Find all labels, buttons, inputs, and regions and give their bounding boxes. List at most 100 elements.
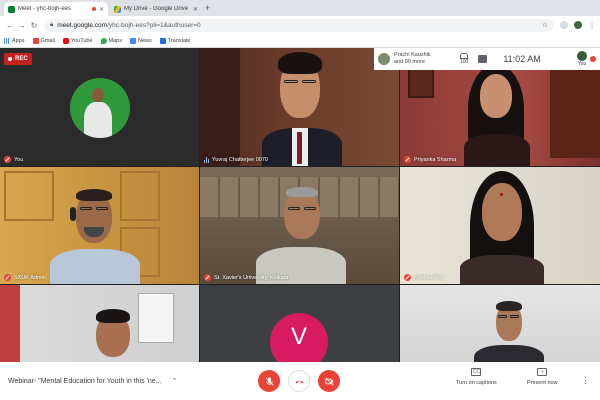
bookmarks-bar: Apps Gmail YouTube Maps News Translate: [0, 34, 600, 48]
camera-off-icon: [324, 377, 333, 385]
leave-call-button[interactable]: [288, 370, 310, 392]
presenter-more: and 90 more: [394, 59, 425, 65]
cabinet-panel: [120, 171, 160, 221]
self-label: You: [577, 61, 587, 67]
person-hair: [76, 189, 112, 201]
person-body: [474, 345, 544, 362]
participant-tile-yuvraj[interactable]: Yuvraj Chatterjee 0070: [200, 48, 399, 166]
bookmark-translate[interactable]: Translate: [159, 37, 191, 44]
mic-off-icon: [265, 376, 273, 385]
close-tab-icon[interactable]: ✕: [193, 6, 198, 13]
background-door: [550, 58, 600, 158]
mic-off-icon: [4, 156, 11, 163]
bookmark-news[interactable]: News: [130, 37, 152, 44]
presenter-avatar: [378, 53, 390, 65]
bindi: [500, 193, 503, 196]
glasses: [288, 207, 300, 210]
browser-menu-icon[interactable]: ⋮: [588, 21, 596, 30]
wall-frame: [408, 68, 434, 98]
speaking-indicator-icon: [204, 157, 209, 163]
bookmark-label: News: [138, 37, 152, 44]
rec-text: REC: [15, 56, 28, 62]
present-icon: +: [537, 368, 548, 376]
back-icon[interactable]: ←: [4, 21, 16, 30]
bookmark-label: Gmail: [40, 37, 55, 44]
self-video-bubble: [70, 78, 130, 138]
mic-off-icon: [204, 274, 211, 281]
tie: [297, 132, 302, 164]
person-body: [460, 255, 544, 284]
participant-name: Priyanka Sharma: [404, 156, 456, 163]
meeting-title[interactable]: Webinar- "Mental Education for Youth in …: [8, 378, 162, 385]
tab-label: My Drive - Google Drive: [124, 6, 189, 12]
mic-toggle-button[interactable]: [258, 370, 280, 392]
bookmark-label: YouTube: [70, 37, 93, 44]
captions-label: Turn on captions: [456, 380, 497, 386]
present-now-button[interactable]: + Present now: [527, 368, 558, 386]
bookmark-label: Apps: [12, 37, 25, 44]
mic-off-icon: [404, 156, 411, 163]
present-label: Present now: [527, 380, 558, 386]
camera-toggle-button[interactable]: [318, 370, 340, 392]
recording-icon: [91, 7, 96, 11]
bookmark-apps[interactable]: Apps: [4, 37, 25, 44]
profile-avatar[interactable]: [574, 21, 582, 29]
glasses: [80, 207, 92, 210]
bookmark-label: Translate: [167, 37, 191, 44]
bookmark-maps[interactable]: Maps: [100, 37, 122, 44]
name-text: SXUK Admin: [14, 274, 46, 281]
chevron-up-icon[interactable]: ⌃: [172, 377, 178, 385]
participant-tile-sxuk-admin[interactable]: SXUK Admin: [0, 167, 199, 284]
tab-meet[interactable]: Meet - yhc-bojh-ees ✕: [4, 2, 108, 16]
glasses: [302, 80, 316, 83]
presenter-info[interactable]: Prachi Kaushik and 90 more: [394, 52, 452, 66]
bookmark-youtube[interactable]: YouTube: [62, 37, 93, 44]
tab-drive[interactable]: My Drive - Google Drive ✕: [110, 2, 202, 16]
apps-icon: [4, 37, 10, 44]
participants-button[interactable]: 100: [460, 53, 468, 65]
gmail-icon: [32, 37, 39, 44]
participant-tile-9[interactable]: [400, 285, 600, 362]
captions-icon: CC: [471, 368, 482, 376]
reload-icon[interactable]: ↻: [28, 21, 40, 30]
background-door: [200, 48, 240, 166]
participant-tile-st-xaviers[interactable]: St. Xavier's University, Kolkata: [200, 167, 399, 284]
recording-dot-icon: [8, 57, 12, 61]
captions-button[interactable]: CC Turn on captions: [456, 368, 497, 386]
drive-icon: [114, 5, 121, 13]
forward-icon[interactable]: →: [16, 21, 28, 30]
chat-icon[interactable]: [478, 55, 488, 63]
lock-icon: 🔒︎: [50, 21, 54, 28]
person-body: [50, 249, 140, 284]
mic-off-icon: [404, 274, 411, 281]
wall-chart: [138, 293, 174, 343]
more-options-icon[interactable]: ⋮: [581, 376, 590, 385]
address-bar[interactable]: 🔒︎ meet.google.com/yhc-bojh-ees?pli=1&au…: [44, 18, 554, 32]
participant-tile-v[interactable]: V: [200, 285, 399, 362]
bookmark-star-icon[interactable]: ☆: [542, 21, 548, 29]
name-text: You: [14, 156, 24, 163]
person-hair: [496, 301, 522, 311]
browser-tab-strip: Meet - yhc-bojh-ees ✕ My Drive - Google …: [0, 0, 600, 16]
glasses: [304, 207, 316, 210]
extension-icon[interactable]: [560, 21, 568, 29]
presenter-name: Prachi Kaushik: [394, 52, 431, 58]
participant-name: SXUK Admin: [4, 274, 46, 281]
recording-badge: REC: [4, 53, 32, 65]
bookmark-gmail[interactable]: Gmail: [32, 37, 55, 44]
bookmark-label: Maps: [108, 37, 122, 44]
meeting-clock: 11:02 AM: [503, 54, 541, 64]
person-body: [84, 102, 112, 138]
self-preview[interactable]: You: [577, 51, 587, 67]
new-tab-button[interactable]: +: [205, 3, 210, 13]
translate-icon: [159, 37, 166, 44]
name-text: St. Xavier's University, Kolkata: [214, 274, 289, 281]
glasses: [498, 315, 507, 318]
participant-tile-krishna[interactable]: Krishna Roy: [400, 167, 600, 284]
participant-tile-7[interactable]: [0, 285, 199, 362]
person-hair: [278, 52, 322, 74]
person-head: [480, 74, 512, 118]
mic-off-icon: [590, 56, 596, 62]
close-tab-icon[interactable]: ✕: [99, 6, 104, 13]
participant-tile-you[interactable]: You: [0, 48, 199, 166]
